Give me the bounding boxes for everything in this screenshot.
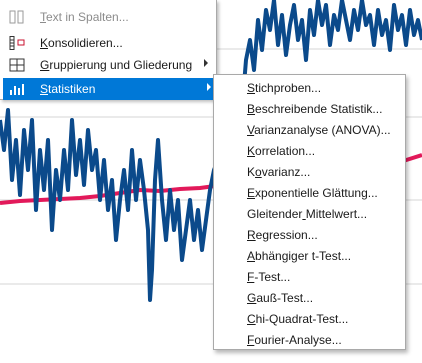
- menu-item-text-to-columns[interactable]: Text in Spalten...: [0, 6, 216, 28]
- submenu-arrow-icon: [207, 83, 211, 91]
- submenu-arrow-icon: [204, 59, 208, 67]
- submenu-item-fourier-analysis[interactable]: Fourier-Analyse...: [247, 330, 342, 350]
- statistics-icon: [9, 82, 25, 96]
- text-to-columns-icon: [9, 10, 25, 24]
- submenu-item-f-test[interactable]: F-Test...: [247, 267, 290, 287]
- submenu-item-z-test[interactable]: Gauß-Test...: [247, 288, 313, 308]
- menu-item-label: Konsolidieren...: [40, 36, 123, 50]
- statistics-submenu: Stichproben... Beschreibende Statistik..…: [213, 74, 406, 350]
- submenu-item-exponential-smoothing[interactable]: Exponentielle Glättung...: [247, 183, 378, 203]
- data-menu: Text in Spalten... Konsolidieren... Grup…: [0, 0, 217, 100]
- submenu-item-descriptive-statistics[interactable]: Beschreibende Statistik...: [247, 99, 382, 119]
- submenu-item-correlation[interactable]: Korrelation...: [247, 141, 315, 161]
- menu-item-consolidate[interactable]: Konsolidieren...: [0, 32, 216, 54]
- menu-item-group-outline[interactable]: Gruppierung und Gliederung: [0, 54, 216, 76]
- submenu-item-covariance[interactable]: Kovarianz...: [247, 162, 310, 182]
- consolidate-icon: [9, 36, 25, 50]
- submenu-item-paired-t-test[interactable]: Abhängiger t-Test...: [247, 246, 351, 266]
- menu-item-label: Statistiken: [40, 82, 96, 96]
- submenu-item-moving-average[interactable]: Gleitender Mittelwert...: [247, 204, 367, 224]
- submenu-item-regression[interactable]: Regression...: [247, 225, 318, 245]
- submenu-item-sampling[interactable]: Stichproben...: [247, 78, 321, 98]
- menu-item-statistics[interactable]: Statistiken: [3, 78, 216, 100]
- menu-item-label: Gruppierung und Gliederung: [40, 58, 193, 72]
- submenu-item-anova[interactable]: Varianzanalyse (ANOVA)...: [247, 120, 391, 140]
- submenu-item-chi-square-test[interactable]: Chi-Quadrat-Test...: [247, 309, 348, 329]
- group-outline-icon: [9, 58, 25, 72]
- menu-item-label: Text in Spalten...: [40, 10, 129, 24]
